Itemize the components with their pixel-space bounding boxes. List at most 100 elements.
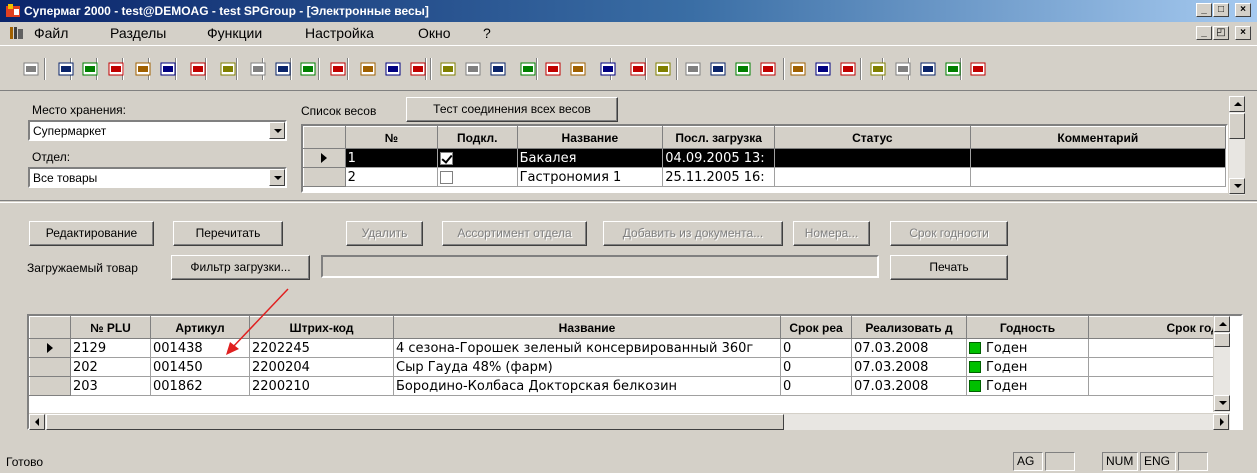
print-button[interactable]: Печать: [890, 255, 1008, 280]
scale-name[interactable]: Гастрономия 1: [517, 167, 664, 187]
col-header-name[interactable]: Название: [393, 316, 781, 339]
scale-comment[interactable]: [970, 167, 1226, 187]
menu-help[interactable]: ?: [483, 25, 491, 41]
goods-term[interactable]: 0: [780, 338, 852, 358]
scroll-thumb[interactable]: [1214, 333, 1230, 347]
people-3-icon[interactable]: [760, 61, 776, 77]
scales-table[interactable]: № Подкл. Название Посл. загрузка Статус …: [301, 124, 1228, 193]
chevron-down-icon[interactable]: [269, 122, 285, 139]
storage-select[interactable]: Супермаркет: [28, 120, 287, 141]
menu-file[interactable]: Файл: [34, 25, 68, 41]
scroll-down-button[interactable]: [1214, 395, 1230, 411]
scale-connected[interactable]: [437, 148, 518, 168]
pattern-icon[interactable]: [410, 61, 426, 77]
flag-2-icon[interactable]: [840, 61, 856, 77]
scroll-down-button[interactable]: [1229, 178, 1245, 194]
goods-shelf[interactable]: [1088, 376, 1229, 396]
scales-scrollbar[interactable]: [1228, 96, 1245, 195]
maximize-button[interactable]: □: [1213, 3, 1229, 17]
close-x-2-icon[interactable]: [945, 61, 961, 77]
bottle-icon[interactable]: [545, 61, 561, 77]
row-indicator[interactable]: [29, 376, 71, 396]
pin-icon[interactable]: [440, 61, 456, 77]
goods-valid[interactable]: Годен: [966, 338, 1089, 358]
test-all-scales-button[interactable]: Тест соединения всех весов: [406, 97, 618, 122]
bars-icon[interactable]: [82, 61, 98, 77]
scroll-right-button[interactable]: [1213, 414, 1229, 430]
scroll-thumb[interactable]: [46, 414, 784, 430]
bag-icon[interactable]: [190, 61, 206, 77]
document-icon[interactable]: [10, 27, 24, 39]
menu-settings[interactable]: Настройка: [305, 25, 374, 41]
letter-a-icon[interactable]: [385, 61, 401, 77]
scale-last-load[interactable]: 25.11.2005 16:: [662, 167, 776, 187]
truck-2-icon[interactable]: [600, 61, 616, 77]
goods-term[interactable]: 0: [780, 376, 852, 396]
scale-num[interactable]: 2: [345, 167, 438, 187]
scroll-thumb[interactable]: [1229, 113, 1245, 139]
add-from-document-button[interactable]: Добавить из документа...: [603, 221, 783, 246]
goods-shelf[interactable]: [1088, 357, 1229, 377]
col-header-sell-by[interactable]: Реализовать д: [851, 316, 967, 339]
goods-barcode[interactable]: 2200210: [249, 376, 394, 396]
numbers-button[interactable]: Номера...: [793, 221, 870, 246]
table-row[interactable]: 202 001450 2200204 Сыр Гауда 48% (фарм) 0 07.…: [29, 357, 1229, 377]
col-header-shelf-life[interactable]: Срок годн: [1088, 316, 1229, 339]
col-header-comment[interactable]: Комментарий: [969, 126, 1226, 149]
col-header-connected[interactable]: Подкл.: [436, 126, 518, 149]
scale-num[interactable]: 1: [345, 148, 438, 168]
close-x-icon[interactable]: [895, 61, 911, 77]
scroll-up-button[interactable]: [1229, 96, 1245, 112]
goods-valid[interactable]: Годен: [966, 376, 1089, 396]
edit-button[interactable]: Редактирование: [29, 221, 154, 246]
splitter[interactable]: [0, 200, 1257, 203]
shelf-life-button[interactable]: Срок годности: [890, 221, 1008, 246]
mdi-restore-button[interactable]: ◰: [1213, 26, 1229, 40]
help-icon[interactable]: [970, 61, 986, 77]
table-row[interactable]: 203 001862 2200210 Бородино-Колбаса Докторс…: [29, 376, 1229, 396]
minimize-button[interactable]: _: [1196, 3, 1212, 17]
goods-article[interactable]: 001862: [150, 376, 250, 396]
chart-icon[interactable]: [250, 61, 266, 77]
people-icon[interactable]: [685, 61, 701, 77]
connected-checkbox[interactable]: [439, 151, 453, 165]
row-indicator[interactable]: [29, 338, 71, 358]
scale-comment[interactable]: [970, 148, 1226, 168]
link-icon[interactable]: [710, 61, 726, 77]
goods-name[interactable]: 4 сезона-Горошек зеленый консервированны…: [393, 338, 781, 358]
delete-button[interactable]: Удалить: [346, 221, 423, 246]
col-header-status[interactable]: Статус: [774, 126, 971, 149]
goods-name[interactable]: Сыр Гауда 48% (фарм): [393, 357, 781, 377]
goods-shelf[interactable]: [1088, 338, 1229, 358]
goods-name[interactable]: Бородино-Колбаса Докторская белкозин: [393, 376, 781, 396]
reread-button[interactable]: Перечитать: [173, 221, 283, 246]
goods-article[interactable]: 001450: [150, 357, 250, 377]
pin-2-icon[interactable]: [465, 61, 481, 77]
app-icon[interactable]: [5, 3, 21, 19]
scale-status[interactable]: [774, 167, 971, 187]
col-header-validity[interactable]: Годность: [966, 316, 1089, 339]
goods-barcode[interactable]: 2200204: [249, 357, 394, 377]
menu-functions[interactable]: Функции: [207, 25, 262, 41]
shop-icon[interactable]: [160, 61, 176, 77]
scale-name[interactable]: Бакалея: [517, 148, 664, 168]
col-header-last-load[interactable]: Посл. загрузка: [662, 126, 776, 149]
scale-last-load[interactable]: 04.09.2005 13:: [662, 148, 776, 168]
scales-icon[interactable]: [220, 61, 236, 77]
menu-window[interactable]: Окно: [418, 25, 451, 41]
goods-sell-by[interactable]: 07.03.2008: [851, 338, 967, 358]
document-green-icon[interactable]: [108, 61, 124, 77]
goods-valid[interactable]: Годен: [966, 357, 1089, 377]
connected-checkbox[interactable]: [439, 170, 453, 184]
col-header-plu[interactable]: № PLU: [70, 316, 151, 339]
dept-assortment-button[interactable]: Ассортимент отдела: [442, 221, 587, 246]
close-button[interactable]: ×: [1235, 3, 1251, 17]
globe-icon[interactable]: [135, 61, 151, 77]
goods-term[interactable]: 0: [780, 357, 852, 377]
people-2-icon[interactable]: [735, 61, 751, 77]
mdi-close-button[interactable]: ×: [1235, 26, 1251, 40]
goods-vscrollbar[interactable]: [1213, 316, 1230, 412]
goods-sell-by[interactable]: 07.03.2008: [851, 376, 967, 396]
goods-sell-by[interactable]: 07.03.2008: [851, 357, 967, 377]
calc-icon[interactable]: [275, 61, 291, 77]
